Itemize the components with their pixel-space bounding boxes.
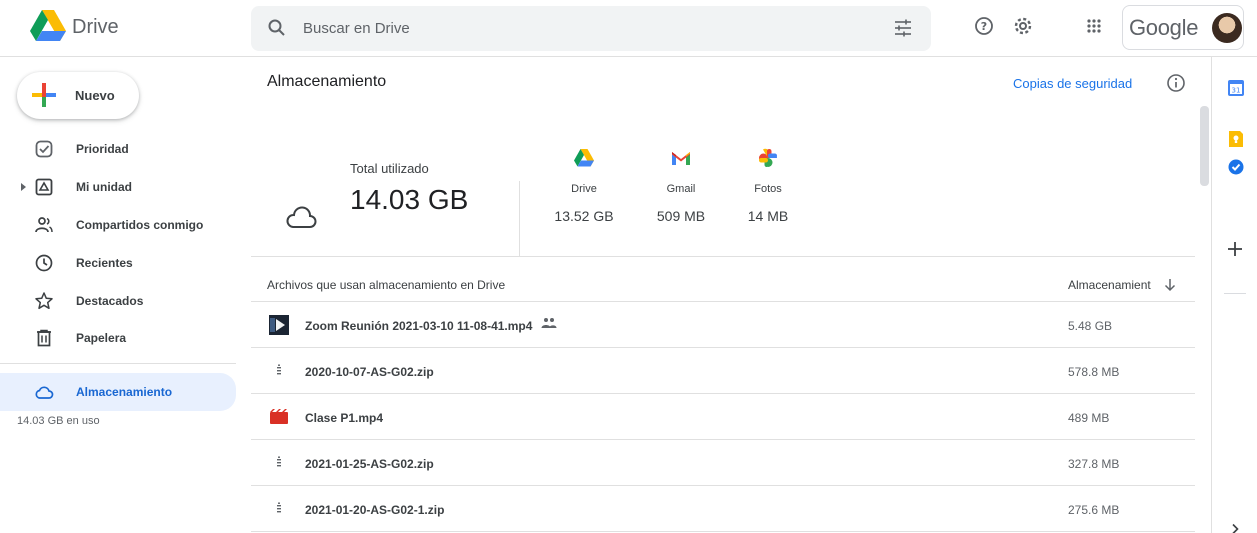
sidebar-item-label: Compartidos conmigo	[76, 218, 204, 232]
search-input[interactable]	[303, 6, 863, 51]
sidebar-item-storage[interactable]: Almacenamiento	[0, 373, 236, 411]
search-bar[interactable]	[251, 6, 931, 51]
sidebar-item-recent[interactable]: Recientes	[0, 247, 236, 279]
service-value: 13.52 GB	[554, 208, 614, 224]
sidebar-divider	[0, 363, 236, 364]
service-name: Gmail	[666, 183, 696, 195]
sidebar-item-label: Papelera	[76, 331, 127, 345]
chevron-right-icon[interactable]	[1230, 523, 1240, 533]
file-size: 275.6 MB	[1068, 503, 1120, 517]
drive-icon	[574, 149, 594, 167]
search-icon[interactable]	[267, 18, 287, 38]
apps-grid-icon[interactable]	[1082, 14, 1106, 38]
caret-right-icon[interactable]	[18, 181, 28, 193]
app-name[interactable]: Drive	[72, 16, 119, 39]
service-drive: Drive 13.52 GB	[549, 148, 619, 224]
sidebar-item-trash[interactable]: Papelera	[0, 322, 236, 354]
file-size: 578.8 MB	[1068, 365, 1120, 379]
sidebar-item-my-drive[interactable]: Mi unidad	[0, 171, 236, 203]
sidebar-item-label: Prioridad	[76, 142, 129, 156]
table-row[interactable]: Zoom Reunión 2021-03-10 11-08-41.mp4 5.4…	[251, 302, 1195, 348]
service-photos: Fotos 14 MB	[733, 148, 803, 224]
file-size: 327.8 MB	[1068, 457, 1120, 471]
sidebar-item-priority[interactable]: Prioridad	[0, 133, 236, 165]
shared-icon	[35, 217, 53, 233]
side-panel-divider	[1224, 293, 1246, 294]
my-drive-icon	[35, 178, 53, 196]
help-icon[interactable]: ?	[972, 14, 996, 38]
plus-icon	[32, 83, 56, 107]
tune-icon[interactable]	[893, 18, 913, 38]
table-row[interactable]: 2021-01-20-AS-G02-1.zip 275.6 MB	[251, 486, 1195, 532]
table-row[interactable]: 2021-01-25-AS-G02.zip 327.8 MB	[251, 440, 1195, 486]
column-header-storage[interactable]: Almacenamient	[1068, 278, 1151, 292]
sidebar-item-label: Destacados	[76, 294, 144, 308]
avatar[interactable]	[1212, 13, 1242, 43]
new-button-label: Nuevo	[75, 88, 115, 103]
shared-people-icon	[541, 318, 557, 328]
cloud-icon	[286, 206, 317, 228]
column-header-files: Archivos que usan almacenamiento en Driv…	[267, 278, 506, 292]
file-name: 2021-01-25-AS-G02.zip	[305, 457, 434, 471]
photos-icon	[759, 148, 777, 167]
keep-icon[interactable]	[1227, 130, 1245, 148]
file-size: 5.48 GB	[1068, 319, 1113, 333]
sidebar-item-label: Recientes	[76, 256, 133, 270]
side-panel: 31	[1211, 57, 1257, 533]
new-button[interactable]: Nuevo	[17, 72, 139, 119]
file-size: 489 MB	[1068, 411, 1110, 425]
service-value: 14 MB	[747, 208, 789, 224]
total-used-value: 14.03 GB	[350, 184, 469, 215]
arrow-down-icon[interactable]	[1164, 278, 1176, 292]
page-title: Almacenamiento	[267, 73, 387, 90]
drive-logo-icon[interactable]	[30, 10, 66, 42]
star-icon	[35, 292, 53, 310]
svg-text:31: 31	[1232, 87, 1241, 95]
clock-icon	[35, 254, 53, 272]
summary-divider	[519, 181, 520, 257]
video-thumbnail-icon	[269, 315, 289, 335]
zip-icon	[277, 364, 281, 375]
table-header: Archivos que usan almacenamiento en Driv…	[251, 256, 1195, 302]
svg-text:?: ?	[981, 20, 987, 33]
service-name: Drive	[571, 183, 597, 195]
file-name: Clase P1.mp4	[305, 411, 384, 425]
video-icon	[270, 409, 288, 424]
table-row[interactable]: Clase P1.mp4 489 MB	[251, 394, 1195, 440]
zip-icon	[277, 456, 281, 467]
sidebar-item-label: Almacenamiento	[76, 385, 173, 399]
cloud-icon	[35, 386, 54, 399]
backups-link[interactable]: Copias de seguridad	[1013, 76, 1132, 91]
file-name: 2020-10-07-AS-G02.zip	[305, 365, 434, 379]
service-gmail: Gmail 509 MB	[646, 148, 716, 224]
tasks-icon[interactable]	[1227, 158, 1245, 176]
total-used-label: Total utilizado	[350, 161, 429, 176]
sidebar-item-shared[interactable]: Compartidos conmigo	[0, 209, 236, 241]
storage-usage-text: 14.03 GB en uso	[17, 415, 100, 427]
google-wordmark: Google	[1129, 15, 1199, 40]
sidebar-item-starred[interactable]: Destacados	[0, 285, 236, 317]
service-value: 509 MB	[656, 208, 706, 224]
gmail-icon	[672, 152, 690, 165]
settings-icon[interactable]	[1011, 14, 1035, 38]
scrollbar-thumb[interactable]	[1200, 106, 1209, 186]
account-switcher[interactable]: Google	[1122, 5, 1244, 50]
file-name: Zoom Reunión 2021-03-10 11-08-41.mp4	[305, 319, 533, 333]
add-icon[interactable]	[1226, 240, 1244, 258]
trash-icon	[37, 329, 51, 347]
top-bar: Drive ? Google	[0, 0, 1257, 57]
calendar-icon[interactable]: 31	[1227, 79, 1245, 97]
file-name: 2021-01-20-AS-G02-1.zip	[305, 503, 445, 517]
table-row[interactable]: 2020-10-07-AS-G02.zip 578.8 MB	[251, 348, 1195, 394]
service-name: Fotos	[754, 183, 782, 195]
priority-icon	[35, 140, 53, 158]
zip-icon	[277, 502, 281, 513]
info-icon[interactable]	[1166, 73, 1186, 93]
sidebar-item-label: Mi unidad	[76, 180, 132, 194]
